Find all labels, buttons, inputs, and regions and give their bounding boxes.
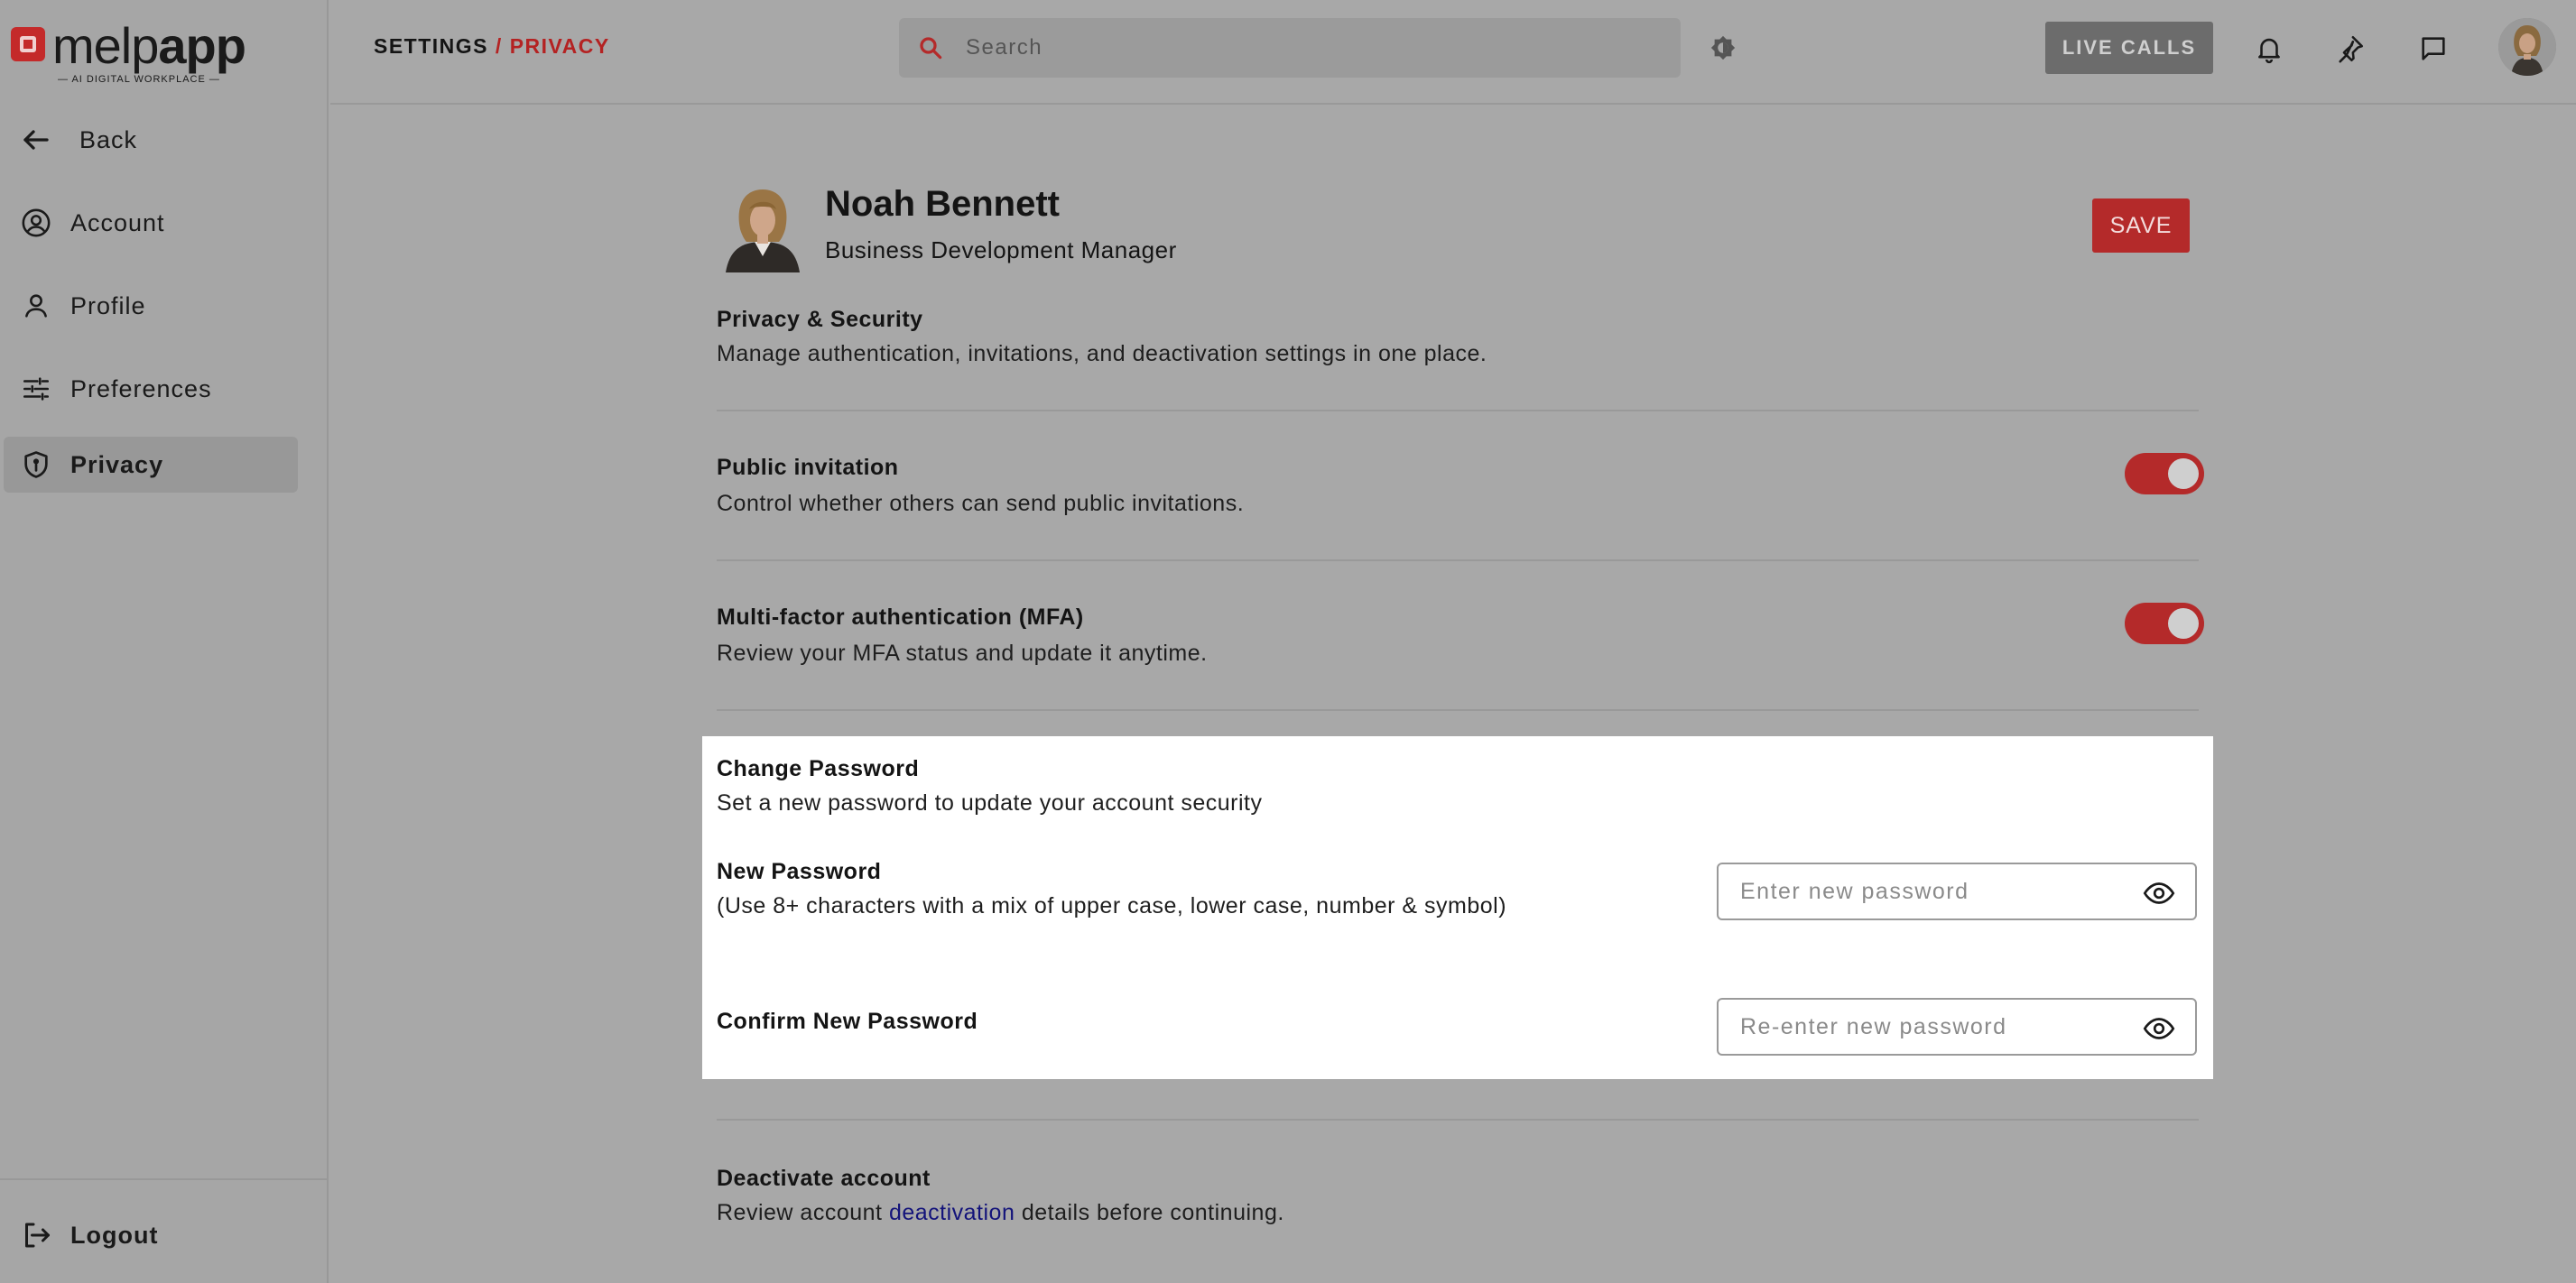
sidebar: melpapp — AI DIGITAL WORKPLACE — Back Ac… bbox=[0, 0, 329, 1283]
breadcrumb-separator: / bbox=[488, 34, 510, 58]
profile-photo bbox=[718, 182, 807, 272]
privacy-section-title: Privacy & Security bbox=[717, 307, 923, 332]
sidebar-item-preferences[interactable]: Preferences bbox=[4, 361, 298, 417]
save-button[interactable]: SAVE bbox=[2092, 198, 2190, 253]
divider bbox=[717, 1119, 2199, 1121]
search-icon bbox=[915, 32, 946, 63]
person-icon bbox=[20, 290, 52, 322]
mfa-title: Multi-factor authentication (MFA) bbox=[717, 605, 1084, 630]
bell-icon bbox=[2258, 38, 2280, 64]
breadcrumb-current: PRIVACY bbox=[509, 34, 610, 58]
theme-toggle-button[interactable] bbox=[1706, 31, 1740, 65]
toggle-knob bbox=[2168, 458, 2199, 489]
public-invitation-toggle[interactable] bbox=[2125, 453, 2204, 494]
profile-name: Noah Bennett bbox=[825, 184, 1060, 224]
confirm-password-label: Confirm New Password bbox=[717, 1009, 978, 1034]
sidebar-item-label: Account bbox=[70, 208, 165, 236]
live-calls-button[interactable]: LIVE CALLS bbox=[2045, 22, 2213, 74]
logo-wordmark-light: melp bbox=[52, 17, 159, 74]
search-bar[interactable] bbox=[899, 18, 1681, 78]
public-invitation-title: Public invitation bbox=[717, 455, 899, 480]
toggle-knob bbox=[2168, 608, 2199, 639]
notifications-button[interactable] bbox=[2251, 31, 2287, 67]
confirm-password-field[interactable] bbox=[1717, 998, 2197, 1056]
divider bbox=[717, 559, 2199, 561]
sidebar-item-label: Profile bbox=[70, 291, 146, 319]
change-password-title: Change Password bbox=[717, 756, 920, 781]
user-photo bbox=[2498, 18, 2556, 76]
eye-icon[interactable] bbox=[2143, 1012, 2175, 1045]
confirm-password-input[interactable] bbox=[1738, 1012, 2127, 1041]
sidebar-item-label: Preferences bbox=[70, 374, 212, 402]
top-bar: SETTINGS / PRIVACY LIVE CALLS bbox=[330, 0, 2576, 105]
back-button[interactable]: Back bbox=[4, 112, 298, 168]
profile-photo-image bbox=[718, 182, 807, 272]
mfa-toggle[interactable] bbox=[2125, 603, 2204, 644]
logo-wordmark: melpapp bbox=[52, 16, 246, 75]
new-password-hint: (Use 8+ characters with a mix of upper c… bbox=[717, 893, 1507, 918]
deactivation-link[interactable]: deactivation bbox=[889, 1200, 1015, 1225]
new-password-input[interactable] bbox=[1738, 877, 2127, 906]
eye-icon[interactable] bbox=[2143, 877, 2175, 909]
logout-label: Logout bbox=[70, 1221, 159, 1249]
search-input[interactable] bbox=[964, 34, 1650, 61]
profile-role: Business Development Manager bbox=[825, 236, 1177, 263]
deactivate-text-after: details before continuing. bbox=[1015, 1200, 1284, 1225]
new-password-field[interactable] bbox=[1717, 863, 2197, 920]
melp-logo[interactable]: melpapp — AI DIGITAL WORKPLACE — bbox=[11, 17, 282, 92]
deactivate-title: Deactivate account bbox=[717, 1166, 931, 1191]
divider bbox=[717, 410, 2199, 411]
change-password-description: Set a new password to update your accoun… bbox=[717, 790, 1263, 816]
pin-icon bbox=[2339, 35, 2364, 63]
sliders-icon bbox=[20, 373, 52, 405]
user-avatar[interactable] bbox=[2498, 18, 2556, 76]
sidebar-item-privacy[interactable]: Privacy bbox=[4, 437, 298, 493]
logo-tagline: — AI DIGITAL WORKPLACE — bbox=[58, 74, 220, 85]
breadcrumb: SETTINGS / PRIVACY bbox=[374, 34, 610, 59]
logo-mark-icon bbox=[11, 27, 45, 61]
account-circle-icon bbox=[20, 207, 52, 239]
sidebar-item-profile[interactable]: Profile bbox=[4, 278, 298, 334]
public-invitation-description: Control whether others can send public i… bbox=[717, 491, 1245, 516]
logout-button[interactable]: Logout bbox=[4, 1207, 298, 1263]
messages-button[interactable] bbox=[2415, 31, 2451, 67]
privacy-section-description: Manage authentication, invitations, and … bbox=[717, 341, 1487, 366]
sidebar-item-account[interactable]: Account bbox=[4, 195, 298, 251]
pinned-button[interactable] bbox=[2332, 31, 2368, 67]
sidebar-divider bbox=[0, 1178, 329, 1180]
deactivate-description: Review account deactivation details befo… bbox=[717, 1200, 1284, 1226]
logo-wordmark-bold: app bbox=[158, 17, 246, 74]
logout-icon bbox=[20, 1219, 52, 1251]
deactivate-text-before: Review account bbox=[717, 1200, 889, 1225]
shield-icon bbox=[20, 448, 52, 481]
new-password-label: New Password bbox=[717, 859, 882, 884]
change-password-card: Change Password Set a new password to up… bbox=[702, 736, 2213, 1079]
arrow-left-icon bbox=[20, 124, 52, 156]
settings-content: Noah Bennett Business Development Manage… bbox=[330, 106, 2576, 1283]
brightness-icon bbox=[1710, 35, 1736, 60]
breadcrumb-settings[interactable]: SETTINGS bbox=[374, 34, 488, 58]
sidebar-item-label: Privacy bbox=[70, 450, 164, 478]
chat-icon bbox=[2422, 37, 2445, 60]
back-label: Back bbox=[79, 125, 138, 153]
mfa-description: Review your MFA status and update it any… bbox=[717, 641, 1208, 666]
divider bbox=[717, 709, 2199, 711]
